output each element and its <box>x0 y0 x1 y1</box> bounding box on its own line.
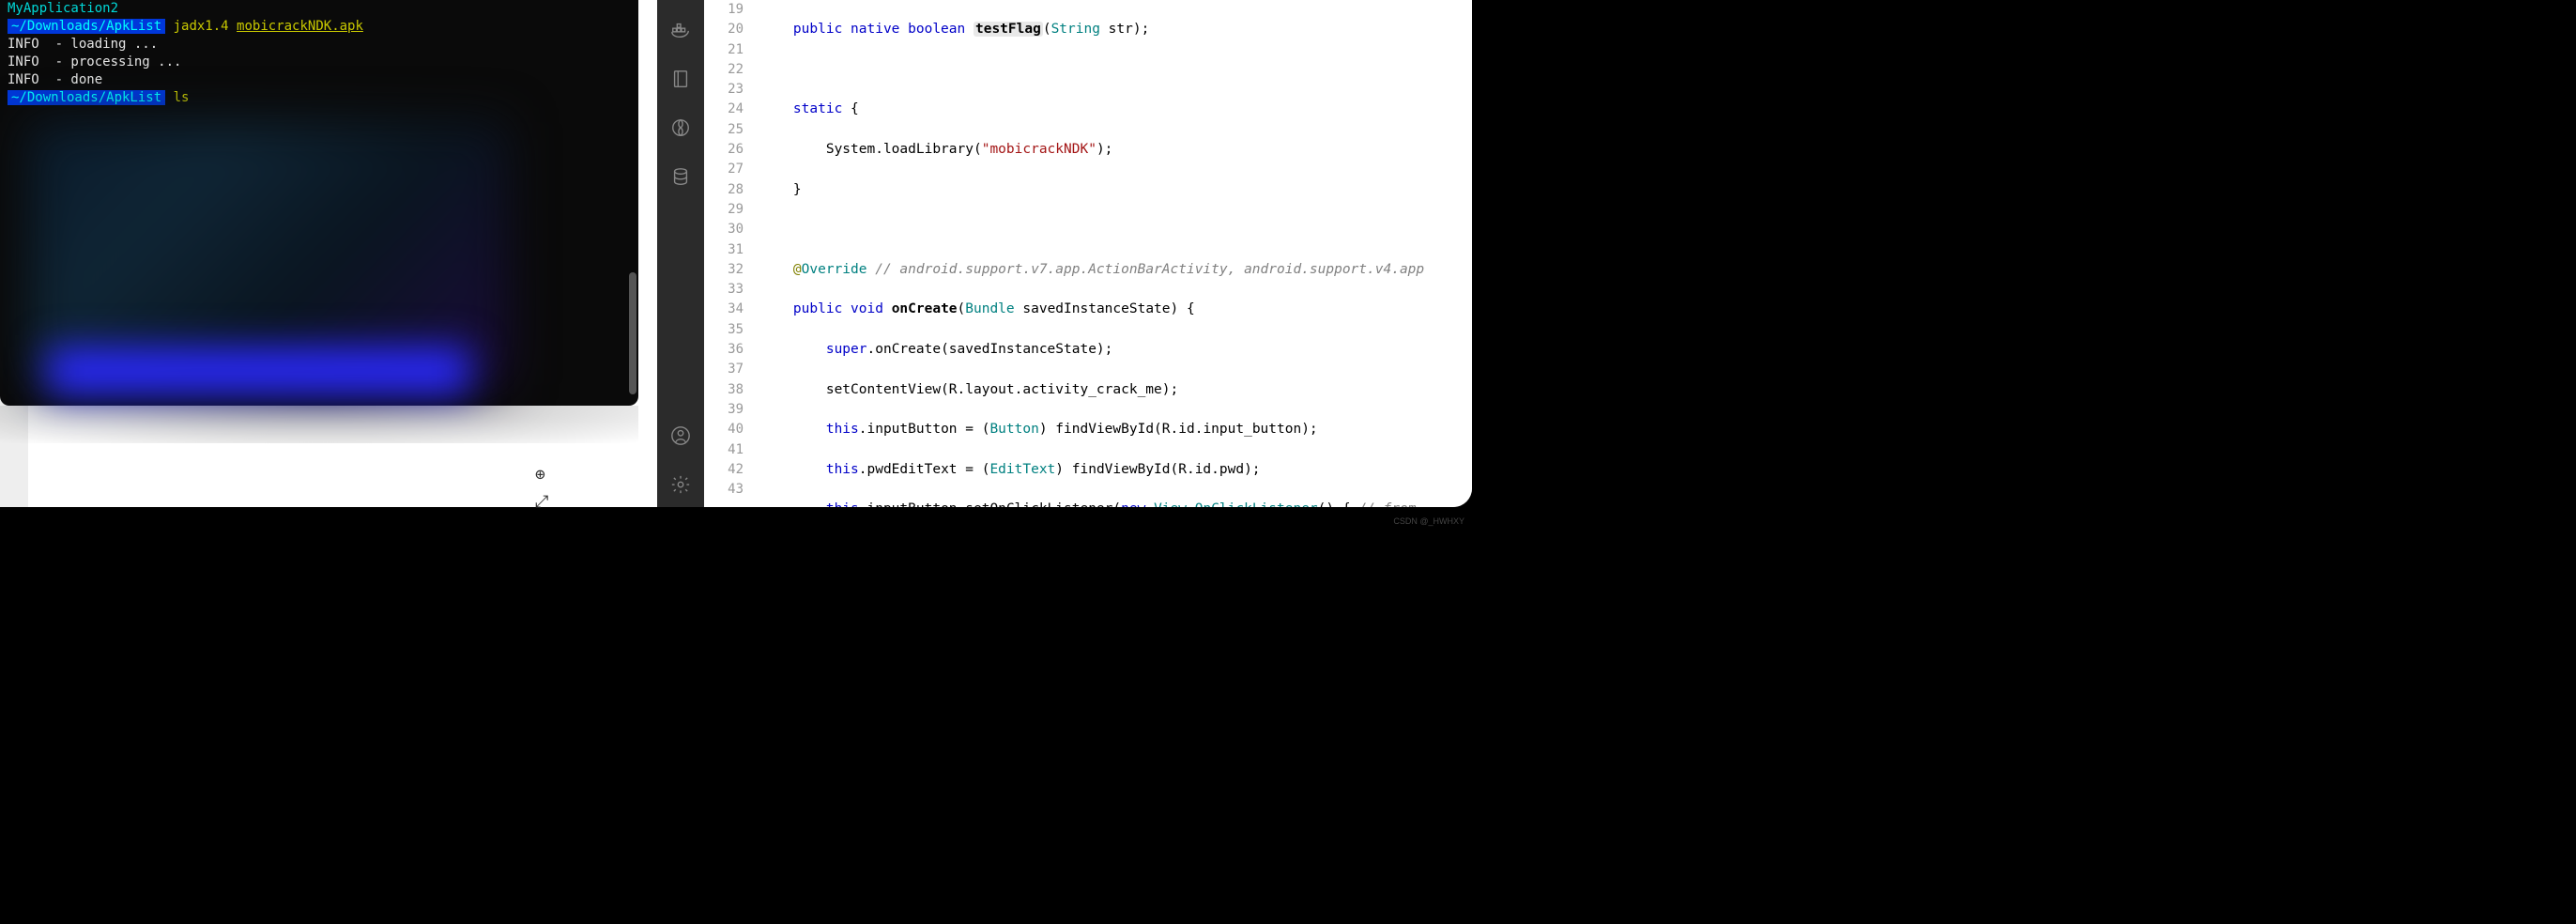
main-container: MyApplication2 ~/Downloads/ApkList jadx1… <box>0 0 1472 507</box>
terminal-scrollbar[interactable] <box>629 272 636 394</box>
account-icon[interactable] <box>669 424 692 447</box>
activity-bar <box>657 0 704 507</box>
code-editor[interactable]: 1920212223242526272829303132333435363738… <box>704 0 1472 507</box>
floating-tool-icons: ⊕ ⤢ <box>535 465 548 512</box>
gear-icon[interactable] <box>669 473 692 496</box>
line-gutter: 1920212223242526272829303132333435363738… <box>704 0 760 507</box>
database-icon[interactable] <box>669 165 692 188</box>
blurred-region <box>47 347 469 394</box>
openai-icon[interactable] <box>669 116 692 139</box>
watermark: CSDN @_HWHXY <box>1393 516 1464 526</box>
terminal-title: MyApplication2 <box>8 0 631 18</box>
panel-shadow <box>0 406 638 443</box>
crosshair-icon[interactable]: ⊕ <box>535 465 548 485</box>
terminal-log: INFO - done <box>8 71 631 89</box>
notebook-icon[interactable] <box>669 68 692 90</box>
expand-icon[interactable]: ⤢ <box>535 492 548 512</box>
terminal-log: INFO - loading ... <box>8 36 631 54</box>
terminal-line-cmd2[interactable]: ~/Downloads/ApkList ls <box>8 89 631 107</box>
terminal-panel[interactable]: MyApplication2 ~/Downloads/ApkList jadx1… <box>0 0 638 406</box>
terminal-line-cmd1: ~/Downloads/ApkList jadx1.4 mobicrackNDK… <box>8 18 631 36</box>
blurred-region <box>28 122 507 385</box>
terminal-log: INFO - processing ... <box>8 54 631 71</box>
docker-icon[interactable] <box>669 19 692 41</box>
code-content[interactable]: public native boolean testFlag(String st… <box>760 0 1472 507</box>
